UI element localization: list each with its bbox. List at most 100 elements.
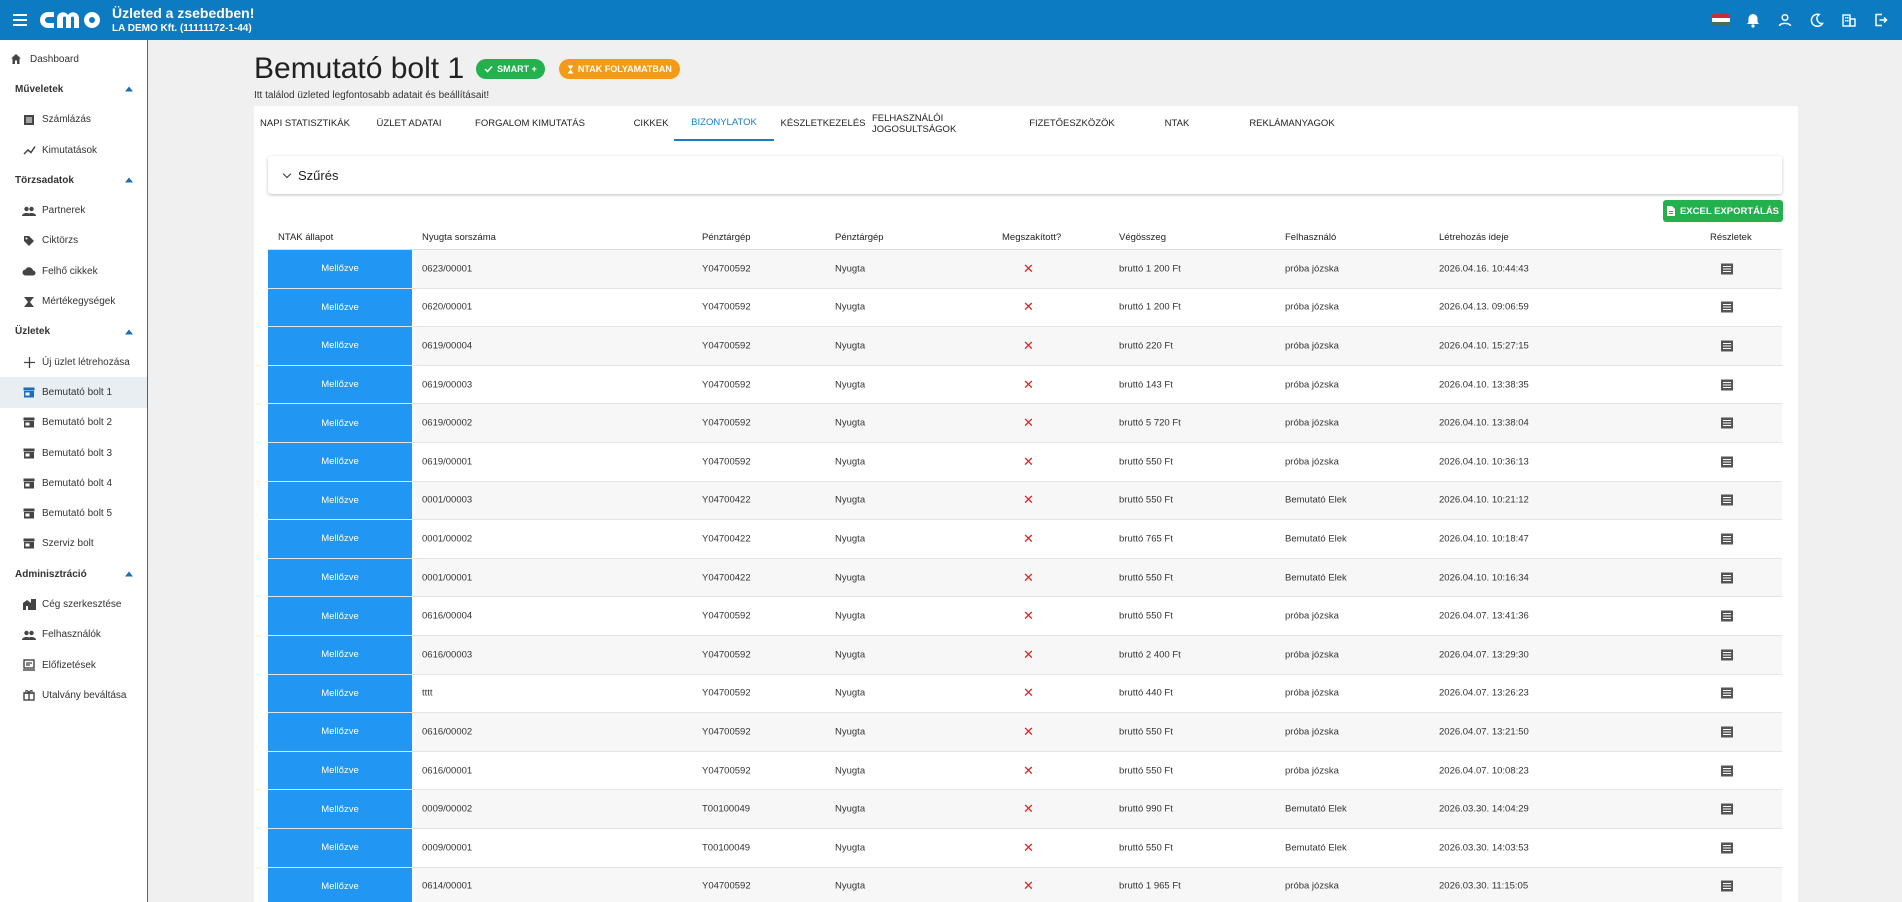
table-row[interactable]: Mellőzve 0614/00001 Y04700592 Nyugta ✕ bruttó…: [268, 867, 1782, 902]
tab-felhasznaloi-jogosultsagok[interactable]: FELHASZNÁLÓI JOGOSULTSÁGOK: [872, 106, 1022, 141]
ntak-status-cell[interactable]: Mellőzve: [268, 481, 412, 520]
bell-icon[interactable]: [1744, 11, 1762, 29]
table-row[interactable]: Mellőzve 0619/00003 Y04700592 Nyugta ✕ bruttó…: [268, 365, 1782, 405]
table-row[interactable]: Mellőzve 0616/00003 Y04700592 Nyugta ✕ bruttó…: [268, 635, 1782, 675]
tab-bizonylatok[interactable]: BIZONYLATOK: [674, 106, 774, 141]
tab-ntak[interactable]: NTAK: [1122, 106, 1232, 141]
details-icon[interactable]: [1721, 572, 1733, 584]
table-row[interactable]: Mellőzve 0616/00001 Y04700592 Nyugta ✕ bruttó…: [268, 751, 1782, 791]
table-row[interactable]: Mellőzve 0001/00003 Y04700422 Nyugta ✕ bruttó…: [268, 481, 1782, 521]
table-row[interactable]: Mellőzve 0616/00002 Y04700592 Nyugta ✕ bruttó…: [268, 713, 1782, 752]
table-row[interactable]: Mellőzve 0001/00002 Y04700422 Nyugta ✕ bruttó…: [268, 520, 1782, 559]
details-icon[interactable]: [1721, 417, 1733, 429]
moon-icon[interactable]: [1808, 11, 1826, 29]
tab-reklamanyagok[interactable]: REKLÁMANYAGOK: [1232, 106, 1352, 141]
ntak-status-cell[interactable]: Mellőzve: [268, 558, 412, 597]
excel-export-button[interactable]: EXCEL EXPORTÁLÁS: [1663, 200, 1783, 222]
ntak-status-cell[interactable]: Mellőzve: [268, 674, 412, 713]
col-letrehozas-ideje[interactable]: Létrehozás ideje: [1439, 232, 1509, 243]
table-row[interactable]: Mellőzve 0619/00002 Y04700592 Nyugta ✕ bruttó…: [268, 404, 1782, 443]
col-ntak-allapot[interactable]: NTAK állapot: [278, 232, 333, 243]
sidebar-section-adminisztracio[interactable]: Adminisztráció: [0, 559, 147, 589]
table-row[interactable]: Mellőzve 0009/00002 T00100049 Nyugta ✕ bruttó…: [268, 790, 1782, 829]
details-icon[interactable]: [1721, 842, 1733, 854]
sidebar-item-szamlazas[interactable]: Számlázás: [0, 105, 147, 135]
ntak-status-cell[interactable]: Mellőzve: [268, 365, 412, 404]
ntak-status-cell[interactable]: Mellőzve: [268, 250, 412, 288]
sidebar-section-torzsadatok[interactable]: Törzsadatok: [0, 165, 147, 195]
hungarian-flag-icon[interactable]: [1712, 11, 1730, 29]
sidebar-item-partnerek[interactable]: Partnerek: [0, 195, 147, 225]
sidebar-item-felho-cikkek[interactable]: Felhő cikkek: [0, 256, 147, 286]
details-icon[interactable]: [1721, 726, 1733, 738]
col-megszakitott[interactable]: Megszakított?: [1002, 232, 1061, 243]
sidebar-item-felhasznalok[interactable]: Felhasználók: [0, 620, 147, 650]
ntak-status-cell[interactable]: Mellőzve: [268, 327, 412, 365]
details-icon[interactable]: [1721, 610, 1733, 622]
sidebar-section-uzletek[interactable]: Üzletek: [0, 317, 147, 347]
tab-keszletkezeles[interactable]: KÉSZLETKEZELÉS: [774, 106, 872, 141]
tab-uzlet-adatai[interactable]: ÜZLET ADATAI: [356, 106, 462, 141]
ntak-status-cell[interactable]: Mellőzve: [268, 288, 412, 327]
details-icon[interactable]: [1721, 301, 1733, 313]
filter-panel[interactable]: Szűrés: [268, 156, 1782, 194]
tab-fizetoeszkozok[interactable]: FIZETŐESZKÖZÖK: [1022, 106, 1122, 141]
ntak-status-cell[interactable]: Mellőzve: [268, 713, 412, 751]
sidebar-item-szerviz-bolt[interactable]: Szerviz bolt: [0, 529, 147, 559]
ntak-status-cell[interactable]: Mellőzve: [268, 404, 412, 442]
table-row[interactable]: Mellőzve 0619/00001 Y04700592 Nyugta ✕ bruttó…: [268, 442, 1782, 482]
sidebar-item-bemutato-bolt-2[interactable]: Bemutató bolt 2: [0, 408, 147, 438]
col-felhasznalo[interactable]: Felhasználó: [1285, 232, 1336, 243]
table-row[interactable]: Mellőzve 0616/00004 Y04700592 Nyugta ✕ bruttó…: [268, 597, 1782, 636]
details-icon[interactable]: [1721, 263, 1733, 275]
ntak-status-cell[interactable]: Mellőzve: [268, 790, 412, 828]
sidebar-item-uj-uzlet[interactable]: Új üzlet létrehozása: [0, 347, 147, 377]
cmo-logo[interactable]: [36, 8, 106, 32]
sidebar-item-bemutato-bolt-1[interactable]: Bemutató bolt 1: [0, 377, 147, 408]
sidebar-item-bemutato-bolt-5[interactable]: Bemutató bolt 5: [0, 498, 147, 528]
table-row[interactable]: Mellőzve tttt Y04700592 Nyugta ✕ bruttó 440 F…: [268, 674, 1782, 714]
details-icon[interactable]: [1721, 880, 1733, 892]
table-row[interactable]: Mellőzve 0623/00001 Y04700592 Nyugta ✕ bruttó…: [268, 250, 1782, 289]
sidebar-item-dashboard[interactable]: Dashboard: [0, 44, 147, 74]
ntak-status-cell[interactable]: Mellőzve: [268, 751, 412, 790]
tab-napi-statisztikak[interactable]: NAPI STATISZTIKÁK: [254, 106, 356, 141]
sidebar-item-kimutatasok[interactable]: Kimutatások: [0, 135, 147, 165]
table-row[interactable]: Mellőzve 0009/00001 T00100049 Nyugta ✕ bruttó…: [268, 828, 1782, 868]
sidebar-item-ceg-szerkesztese[interactable]: Cég szerkesztése: [0, 589, 147, 619]
table-row[interactable]: Mellőzve 0001/00001 Y04700422 Nyugta ✕ bruttó…: [268, 558, 1782, 598]
ntak-status-cell[interactable]: Mellőzve: [268, 635, 412, 674]
sidebar-item-bemutato-bolt-3[interactable]: Bemutató bolt 3: [0, 438, 147, 468]
ntak-status-cell[interactable]: Mellőzve: [268, 520, 412, 558]
col-penztargep-tipus[interactable]: Pénztárgép: [835, 232, 884, 243]
sidebar-item-mertekegysegek[interactable]: Mértékegységek: [0, 286, 147, 316]
building-icon[interactable]: [1840, 11, 1858, 29]
sidebar-section-muveletek[interactable]: Műveletek: [0, 74, 147, 104]
ntak-status-cell[interactable]: Mellőzve: [268, 597, 412, 635]
col-vegosszeg[interactable]: Végösszeg: [1119, 232, 1166, 243]
sidebar-item-utalvany[interactable]: Utalvány beváltása: [0, 680, 147, 710]
details-icon[interactable]: [1721, 340, 1733, 352]
table-row[interactable]: Mellőzve 0620/00001 Y04700592 Nyugta ✕ bruttó…: [268, 288, 1782, 328]
tab-forgalom-kimutatas[interactable]: FORGALOM KIMUTATÁS: [462, 106, 598, 141]
user-icon[interactable]: [1776, 11, 1794, 29]
ntak-status-cell[interactable]: Mellőzve: [268, 828, 412, 867]
logout-icon[interactable]: [1872, 11, 1890, 29]
details-icon[interactable]: [1721, 649, 1733, 661]
ntak-status-cell[interactable]: Mellőzve: [268, 867, 412, 902]
details-icon[interactable]: [1721, 687, 1733, 699]
table-row[interactable]: Mellőzve 0619/00004 Y04700592 Nyugta ✕ bruttó…: [268, 327, 1782, 366]
sidebar-item-ciktorzs[interactable]: Ciktörzs: [0, 226, 147, 256]
hamburger-menu-icon[interactable]: [0, 0, 40, 40]
sidebar-item-bemutato-bolt-4[interactable]: Bemutató bolt 4: [0, 468, 147, 498]
details-icon[interactable]: [1721, 379, 1733, 391]
details-icon[interactable]: [1721, 765, 1733, 777]
details-icon[interactable]: [1721, 533, 1733, 545]
details-icon[interactable]: [1721, 456, 1733, 468]
sidebar-item-elofizetesek[interactable]: Előfizetések: [0, 650, 147, 680]
col-penztargep[interactable]: Pénztárgép: [702, 232, 751, 243]
details-icon[interactable]: [1721, 803, 1733, 815]
details-icon[interactable]: [1721, 494, 1733, 506]
ntak-status-cell[interactable]: Mellőzve: [268, 442, 412, 481]
col-nyugta-sorszama[interactable]: Nyugta sorszáma: [422, 232, 496, 243]
